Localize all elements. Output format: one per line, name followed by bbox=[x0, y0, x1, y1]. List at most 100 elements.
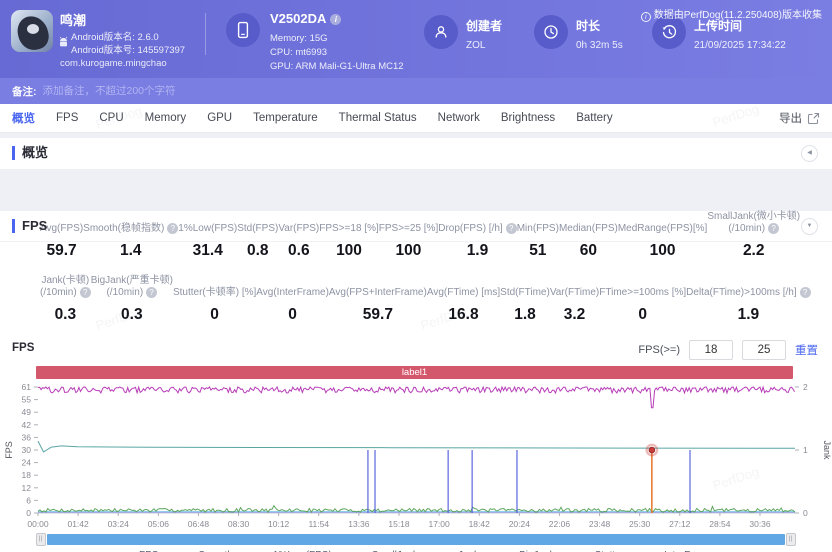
svg-text:12: 12 bbox=[22, 483, 32, 493]
fps-title: FPS bbox=[12, 219, 47, 233]
tab-FPS[interactable]: FPS bbox=[56, 110, 78, 126]
help-icon[interactable]: ? bbox=[79, 286, 91, 298]
svg-text:27:12: 27:12 bbox=[669, 519, 691, 529]
tab-GPU[interactable]: GPU bbox=[207, 110, 232, 126]
fps-stat: Min(FPS) 51 bbox=[516, 222, 559, 260]
help-icon[interactable]: ? bbox=[167, 222, 179, 234]
stat-value: 2.2 bbox=[742, 242, 765, 259]
stat-value: 16.8 bbox=[448, 306, 479, 323]
tab-Brightness[interactable]: Brightness bbox=[501, 110, 555, 126]
svg-text:1: 1 bbox=[803, 445, 808, 455]
slider-bar[interactable] bbox=[47, 534, 785, 545]
fps-stat: 1%Low(FPS) 31.4 bbox=[178, 222, 238, 260]
note-input[interactable] bbox=[42, 85, 443, 97]
stat-value: 100 bbox=[336, 242, 362, 259]
slider-right-handle[interactable]: || bbox=[786, 533, 796, 546]
fps-stat: Drop(FPS) [/h]? 1.9 bbox=[438, 211, 517, 260]
report-header: 鸣潮 Android版本名: 2.6.0 Android版本号: 1455973… bbox=[0, 0, 832, 78]
android-version-name: Android版本名: 2.6.0 bbox=[71, 32, 159, 43]
divider bbox=[0, 241, 832, 242]
stat-value: 1.9 bbox=[466, 242, 489, 259]
svg-text:Jank: Jank bbox=[822, 440, 832, 460]
android-icon bbox=[59, 36, 68, 47]
fps-stat: Median(FPS) 60 bbox=[558, 222, 618, 260]
help-icon[interactable]: ? bbox=[768, 222, 780, 234]
tab-Network[interactable]: Network bbox=[438, 110, 480, 126]
perfdog-report-page: 鸣潮 Android版本名: 2.6.0 Android版本号: 1455973… bbox=[0, 0, 832, 552]
tab-概览[interactable]: 概览 bbox=[12, 110, 35, 126]
fps-stat: Smooth(稳帧指数)? 1.4 bbox=[83, 211, 179, 260]
header-divider bbox=[205, 13, 206, 55]
svg-text:25:30: 25:30 bbox=[629, 519, 651, 529]
fps-stat: FPS>=18 [%] 100 bbox=[319, 222, 379, 260]
fps-stat: Std(FTime) 1.8 bbox=[500, 286, 550, 324]
svg-text:13:36: 13:36 bbox=[348, 519, 370, 529]
tab-Thermal Status[interactable]: Thermal Status bbox=[339, 110, 417, 126]
fps-stat: Std(FPS) 0.8 bbox=[237, 222, 279, 260]
svg-text:28:54: 28:54 bbox=[709, 519, 731, 529]
fps-threshold-reset-link[interactable]: 重置 bbox=[795, 342, 818, 358]
svg-text:FPS: FPS bbox=[4, 441, 14, 459]
app-name: 鸣潮 bbox=[60, 13, 87, 28]
export-button[interactable]: 导出 bbox=[779, 104, 820, 132]
svg-text:22:06: 22:06 bbox=[549, 519, 571, 529]
stat-value: 51 bbox=[529, 242, 547, 259]
svg-text:08:30: 08:30 bbox=[228, 519, 250, 529]
fps-stat: Avg(FTime) [ms] 16.8 bbox=[426, 286, 501, 324]
overview-collapse-button[interactable]: ◀ bbox=[801, 145, 818, 162]
stat-value: 0 bbox=[638, 306, 648, 323]
fps-stat: SmallJank(微小卡顿) (/10min)? 2.2 bbox=[707, 211, 801, 259]
chart-label-band[interactable]: label1 bbox=[36, 366, 793, 379]
svg-text:18: 18 bbox=[22, 470, 32, 480]
svg-text:30: 30 bbox=[22, 445, 32, 455]
stat-value: 0.8 bbox=[246, 242, 269, 259]
fps-collapse-button[interactable]: ▼ bbox=[801, 218, 818, 235]
fps-line-chart[interactable]: 00:00 01:42 03:24 05:06 06:48 08:30 10:12 11:54… bbox=[0, 381, 832, 533]
device-info-icon[interactable]: i bbox=[330, 14, 342, 25]
svg-text:36: 36 bbox=[22, 432, 32, 442]
svg-text:10:12: 10:12 bbox=[268, 519, 290, 529]
chart-range-slider[interactable]: || || bbox=[36, 533, 796, 546]
device-cpu: CPU: mt6993 bbox=[270, 47, 328, 58]
svg-text:55: 55 bbox=[22, 395, 32, 405]
svg-text:6: 6 bbox=[26, 495, 31, 505]
fps-chart-title: FPS bbox=[12, 342, 35, 354]
fps-threshold-high-input[interactable] bbox=[742, 340, 786, 360]
svg-text:00:00: 00:00 bbox=[27, 519, 49, 529]
svg-text:2: 2 bbox=[803, 382, 808, 392]
slider-left-handle[interactable]: || bbox=[36, 533, 46, 546]
svg-text:15:18: 15:18 bbox=[388, 519, 410, 529]
note-label: 备注: bbox=[12, 85, 37, 98]
fps-chart-header: FPS FPS(>=) 重置 bbox=[0, 340, 832, 362]
help-icon[interactable]: ? bbox=[146, 286, 158, 298]
help-icon[interactable]: ? bbox=[505, 222, 517, 234]
svg-text:61: 61 bbox=[22, 382, 32, 392]
svg-text:11:54: 11:54 bbox=[308, 519, 329, 529]
info-icon: i bbox=[640, 12, 651, 22]
export-icon bbox=[807, 112, 820, 124]
svg-text:17:00: 17:00 bbox=[428, 519, 450, 529]
android-version-code: Android版本号: 145597397 bbox=[71, 45, 186, 56]
fps-section: FPS ▼ PerfDog PerfDog PerfDog Avg(FPS) 59… bbox=[0, 211, 832, 552]
stat-value: 0 bbox=[288, 306, 297, 323]
stat-value: 100 bbox=[395, 242, 422, 259]
overview-title: 概览 bbox=[12, 146, 48, 160]
svg-text:01:42: 01:42 bbox=[67, 519, 89, 529]
stat-value: 1.4 bbox=[119, 242, 142, 259]
tab-CPU[interactable]: CPU bbox=[99, 110, 123, 126]
help-icon[interactable]: ? bbox=[799, 286, 811, 298]
tab-Battery[interactable]: Battery bbox=[576, 110, 612, 126]
fps-threshold-low-input[interactable] bbox=[689, 340, 733, 360]
stat-value: 0.3 bbox=[121, 306, 143, 323]
svg-text:05:06: 05:06 bbox=[148, 519, 170, 529]
fps-stat: FPS>=25 [%] 100 bbox=[378, 222, 439, 260]
stat-value: 59.7 bbox=[362, 306, 393, 323]
fps-stat: Jank(卡顿) (/10min)? 0.3 bbox=[40, 275, 91, 323]
svg-text:18:42: 18:42 bbox=[469, 519, 491, 529]
fps-stat: BigJank(严重卡顿) (/10min)? 0.3 bbox=[90, 275, 173, 323]
tab-Memory[interactable]: Memory bbox=[145, 110, 187, 126]
note-row: 备注: bbox=[0, 78, 832, 104]
svg-text:42: 42 bbox=[22, 420, 32, 430]
svg-text:03:24: 03:24 bbox=[108, 519, 130, 529]
tab-Temperature[interactable]: Temperature bbox=[253, 110, 318, 126]
